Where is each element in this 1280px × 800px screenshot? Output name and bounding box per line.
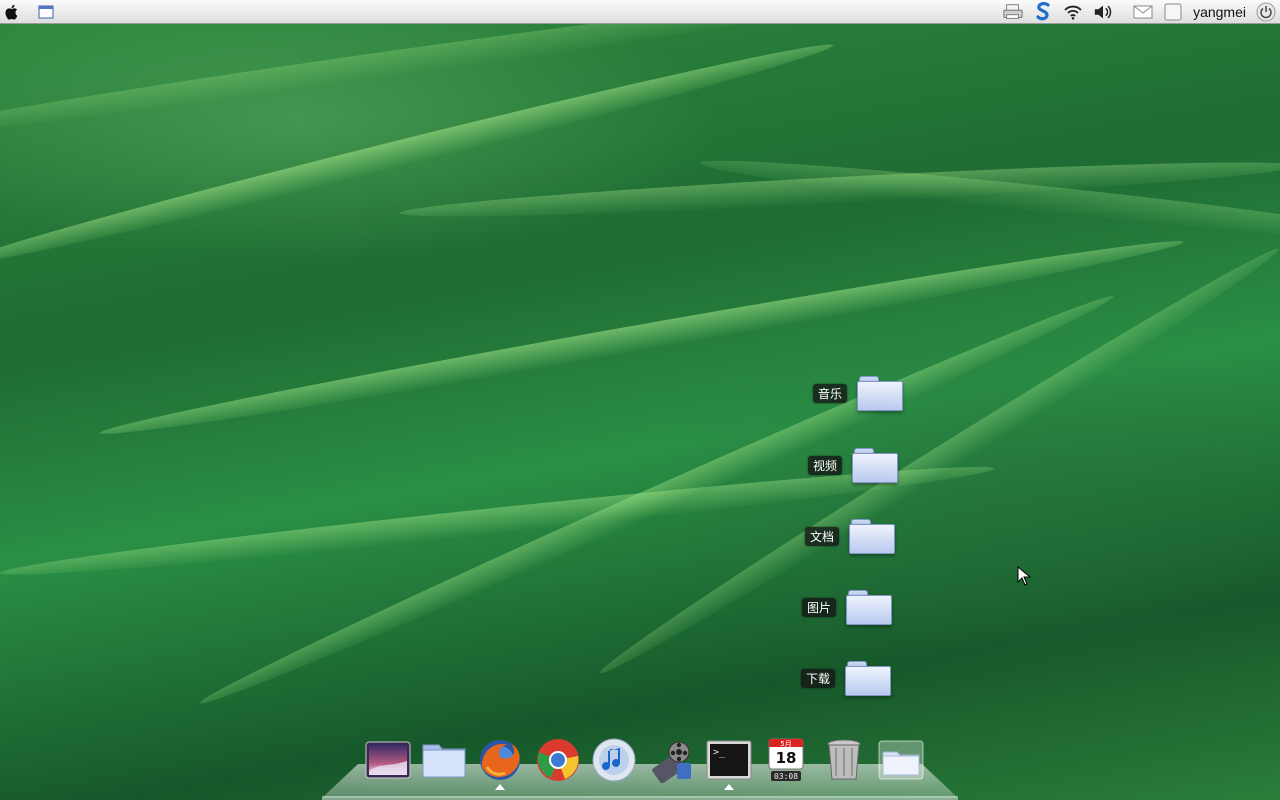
- running-indicator: [724, 784, 734, 790]
- folder-icon[interactable]: [845, 661, 892, 696]
- window-list-icon[interactable]: [1163, 2, 1183, 22]
- username-label[interactable]: yangmei: [1193, 4, 1246, 20]
- desktop-folder-downloads[interactable]: 下载: [801, 661, 892, 696]
- folder-label: 下载: [801, 668, 836, 688]
- volume-icon[interactable]: [1093, 2, 1113, 22]
- calendar-day: 18: [776, 749, 797, 767]
- home-folder-icon[interactable]: [421, 737, 467, 783]
- photo-viewer-icon[interactable]: [365, 737, 411, 783]
- grass-blade: [593, 238, 1280, 685]
- grass-blade: [194, 284, 1119, 715]
- video-player-icon[interactable]: [649, 737, 695, 783]
- mouse-cursor: [1017, 565, 1032, 590]
- chrome-icon[interactable]: [535, 737, 581, 783]
- desktop-folder-pictures[interactable]: 图片: [802, 590, 893, 625]
- music-player-icon[interactable]: [591, 737, 637, 783]
- desktop-folder-video[interactable]: 视频: [808, 448, 899, 483]
- top-panel: yangmei: [0, 0, 1280, 24]
- terminal-icon[interactable]: >_: [706, 737, 752, 783]
- desktop-folder-documents[interactable]: 文档: [805, 519, 896, 554]
- show-desktop-icon[interactable]: [36, 2, 56, 22]
- update-s-icon[interactable]: [1033, 2, 1053, 22]
- folder-label: 文档: [805, 526, 840, 546]
- terminal-prompt: >_: [713, 747, 726, 758]
- firefox-icon[interactable]: [477, 737, 523, 783]
- calendar-month: 5月: [780, 740, 791, 748]
- printer-icon[interactable]: [1003, 2, 1023, 22]
- calendar-icon[interactable]: 5月 18 03:08: [763, 737, 809, 783]
- desktop-folder-music[interactable]: 音乐: [813, 376, 904, 411]
- folder-label: 图片: [802, 597, 837, 617]
- folder-icon[interactable]: [857, 376, 904, 411]
- desktop-wallpaper: yangmei 音乐 视频 文档 图片 下载 >_ 5月 18 03:08: [0, 0, 1280, 800]
- folder-icon[interactable]: [849, 519, 896, 554]
- folder-label: 视频: [808, 455, 843, 475]
- calendar-time: 03:08: [774, 772, 798, 781]
- stack-folder-icon[interactable]: [878, 737, 924, 783]
- mail-icon[interactable]: [1133, 2, 1153, 22]
- dock-shelf-edge: [322, 796, 958, 800]
- running-indicator: [495, 784, 505, 790]
- power-icon[interactable]: [1256, 2, 1276, 22]
- folder-label: 音乐: [813, 383, 848, 403]
- trash-icon[interactable]: [821, 737, 867, 783]
- folder-icon[interactable]: [852, 448, 899, 483]
- apple-menu-icon[interactable]: [2, 2, 22, 22]
- folder-icon[interactable]: [846, 590, 893, 625]
- wifi-icon[interactable]: [1063, 2, 1083, 22]
